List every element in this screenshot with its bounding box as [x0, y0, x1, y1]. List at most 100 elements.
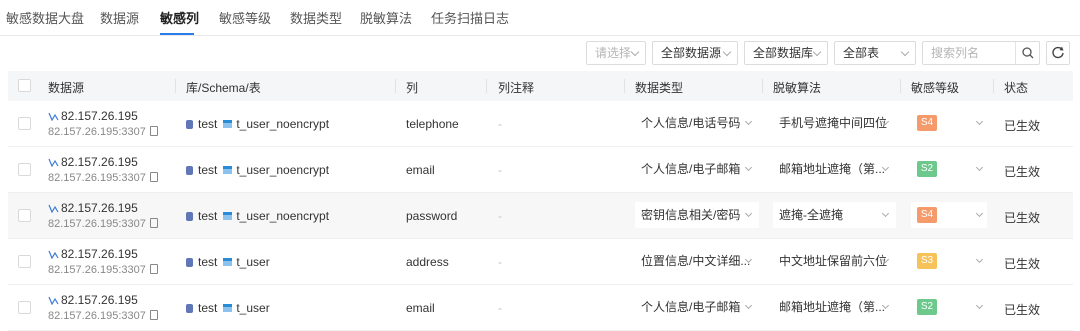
tab-sensitive-dashboard[interactable]: 敏感数据大盘 — [6, 8, 84, 27]
tab-sensitive-columns[interactable]: 敏感列 — [160, 8, 199, 27]
sensitivity-level-badge: S2 — [917, 161, 937, 177]
row-checkbox[interactable] — [18, 209, 31, 222]
select-all-checkbox[interactable] — [18, 79, 31, 92]
table-name: t_user_noencrypt — [236, 209, 330, 223]
datasource-host: 82.157.26.195 — [48, 247, 138, 261]
database-filter[interactable]: 全部数据库 — [744, 41, 828, 65]
column-separator — [175, 79, 176, 93]
datasource-host-text: 82.157.26.195 — [61, 293, 138, 307]
column-separator — [395, 79, 396, 93]
datasource-host-text: 82.157.26.195 — [61, 201, 138, 215]
column-name: email — [406, 301, 435, 315]
algorithm-value: 邮箱地址遮掩（第... — [779, 300, 886, 314]
copy-icon[interactable] — [149, 126, 158, 136]
database-name: test — [198, 163, 218, 177]
tab-datasource[interactable]: 数据源 — [100, 8, 139, 27]
data-type-select[interactable]: 个人信息/电子邮箱 — [635, 156, 759, 182]
sensitivity-level-badge: S4 — [917, 115, 937, 131]
sensitivity-level-badge: S2 — [917, 299, 937, 315]
copy-icon[interactable] — [149, 264, 158, 274]
column-comment: - — [498, 209, 502, 223]
datasource-host-text: 82.157.26.195 — [61, 155, 138, 169]
database-filter-label: 全部数据库 — [753, 46, 814, 60]
data-type-value: 个人信息/电子邮箱 — [641, 300, 741, 314]
search-button[interactable] — [1015, 42, 1039, 64]
datasource-host: 82.157.26.195 — [48, 201, 138, 215]
datasource-filter[interactable]: 全部数据源 — [652, 41, 738, 65]
column-comment: - — [498, 301, 502, 315]
table-header: 数据源 库/Schema/表 列 列注释 数据类型 脱敏算法 敏感等级 状态 — [8, 71, 1073, 101]
table-name: t_user_noencrypt — [236, 117, 330, 131]
column-separator — [762, 79, 763, 93]
data-type-select[interactable]: 个人信息/电话号码 — [635, 110, 759, 136]
schema-path: test t_user — [186, 301, 270, 315]
data-type-value: 个人信息/电子邮箱 — [641, 162, 741, 176]
datasource-host-port: 82.157.26.195:3307 — [48, 264, 158, 276]
algorithm-value: 中文地址保留前六位 — [779, 254, 888, 268]
row-checkbox[interactable] — [18, 163, 31, 176]
row-checkbox[interactable] — [18, 117, 31, 130]
table-icon — [223, 258, 233, 266]
header-comment: 列注释 — [498, 81, 535, 95]
sensitive-columns-table: 数据源 库/Schema/表 列 列注释 数据类型 脱敏算法 敏感等级 状态 8… — [8, 71, 1073, 331]
schema-path: test t_user_noencrypt — [186, 117, 329, 131]
database-icon — [186, 166, 193, 175]
datasource-host-port-text: 82.157.26.195:3307 — [48, 172, 146, 184]
copy-icon[interactable] — [149, 172, 158, 182]
status-text: 已生效 — [1004, 257, 1041, 271]
copy-icon[interactable] — [149, 310, 158, 320]
tab-data-types[interactable]: 数据类型 — [290, 8, 342, 27]
algorithm-value: 遮掩-全遮掩 — [779, 208, 843, 222]
chevron-down-icon — [975, 117, 984, 126]
table-icon — [223, 212, 233, 220]
status-text: 已生效 — [1004, 119, 1041, 133]
connection-icon — [48, 296, 59, 305]
datasource-host-port: 82.157.26.195:3307 — [48, 310, 158, 322]
table-name: t_user — [236, 301, 270, 315]
chevron-down-icon — [722, 47, 732, 57]
schema-path: test t_user_noencrypt — [186, 163, 329, 177]
data-type-select[interactable]: 个人信息/电子邮箱 — [635, 294, 759, 320]
connection-icon — [48, 250, 59, 259]
column-name: address — [406, 255, 449, 269]
data-type-select[interactable]: 位置信息/中文详细... — [635, 248, 759, 274]
chevron-down-icon — [900, 47, 910, 57]
select-filter[interactable]: 请选择 — [586, 41, 646, 65]
algorithm-select[interactable]: 遮掩-全遮掩 — [773, 202, 896, 228]
header-status: 状态 — [1004, 81, 1029, 95]
database-icon — [186, 120, 193, 129]
data-type-value: 位置信息/中文详细... — [641, 254, 751, 268]
datasource-host: 82.157.26.195 — [48, 109, 138, 123]
chevron-down-icon — [744, 163, 753, 172]
database-name: test — [198, 301, 218, 315]
copy-icon[interactable] — [149, 218, 158, 228]
algorithm-select[interactable]: 邮箱地址遮掩（第... — [773, 156, 896, 182]
row-checkbox[interactable] — [18, 255, 31, 268]
chevron-down-icon — [881, 209, 890, 218]
row-checkbox[interactable] — [18, 301, 31, 314]
datasource-host: 82.157.26.195 — [48, 293, 138, 307]
column-name: telephone — [406, 117, 459, 131]
tab-masking-algorithms[interactable]: 脱敏算法 — [360, 8, 412, 27]
tab-sensitive-levels[interactable]: 敏感等级 — [219, 8, 271, 27]
table-filter[interactable]: 全部表 — [834, 41, 916, 65]
datasource-host: 82.157.26.195 — [48, 155, 138, 169]
algorithm-select[interactable]: 中文地址保留前六位 — [773, 248, 896, 274]
data-type-select[interactable]: 密钥信息相关/密码 — [635, 202, 759, 228]
datasource-host-text: 82.157.26.195 — [61, 247, 138, 261]
algorithm-select[interactable]: 邮箱地址遮掩（第... — [773, 294, 896, 320]
chevron-down-icon — [744, 301, 753, 310]
refresh-button[interactable] — [1046, 41, 1070, 65]
table-filter-label: 全部表 — [843, 46, 880, 60]
header-schema: 库/Schema/表 — [186, 81, 261, 95]
column-search-input[interactable] — [923, 42, 1015, 64]
connection-icon — [48, 204, 59, 213]
schema-path: test t_user — [186, 255, 270, 269]
tab-scan-log[interactable]: 任务扫描日志 — [431, 8, 509, 27]
table-row: 82.157.26.195 82.157.26.195:3307 test t_u… — [8, 101, 1073, 147]
chevron-down-icon — [975, 163, 984, 172]
algorithm-select[interactable]: 手机号遮掩中间四位 — [773, 110, 896, 136]
chevron-down-icon — [744, 209, 753, 218]
chevron-down-icon — [975, 301, 984, 310]
chevron-down-icon — [975, 255, 984, 264]
